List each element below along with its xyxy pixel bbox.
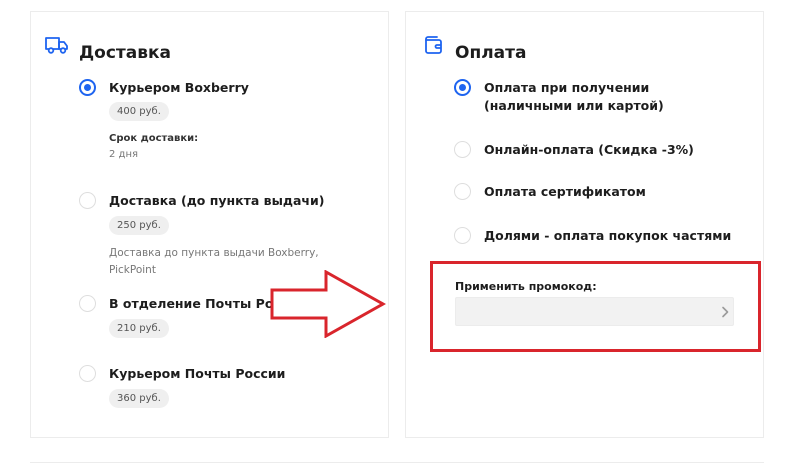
payment-option-online[interactable]: Онлайн-оплата (Скидка -3%): [454, 141, 754, 163]
divider: [30, 462, 764, 463]
option-label: Курьером Boxberry: [109, 80, 249, 95]
promo-code-input[interactable]: [455, 297, 734, 326]
promo-label: Применить промокод:: [455, 280, 597, 293]
delivery-option-pickup-point[interactable]: Доставка (до пункта выдачи) 250 руб. Дос…: [79, 192, 379, 282]
radio-button[interactable]: [79, 79, 96, 96]
truck-icon: [44, 35, 70, 59]
chevron-right-icon[interactable]: [718, 303, 732, 320]
option-label: Доставка (до пункта выдачи): [109, 193, 325, 208]
arrow-right-icon: [270, 269, 387, 342]
payment-option-on-delivery[interactable]: Оплата при получении (наличными или карт…: [454, 79, 754, 119]
delivery-card: Доставка Курьером Boxberry 400 руб. Срок…: [30, 11, 389, 438]
option-label: Долями - оплата покупок частями: [484, 228, 732, 243]
delivery-time-label: Срок доставки:: [109, 133, 199, 144]
payment-option-certificate[interactable]: Оплата сертификатом: [454, 183, 754, 205]
promo-highlight-frame: Применить промокод:: [430, 261, 761, 352]
price-badge: 210 руб.: [109, 319, 169, 338]
option-label: Курьером Почты России: [109, 366, 286, 381]
radio-button[interactable]: [454, 141, 471, 158]
radio-button[interactable]: [454, 183, 471, 200]
radio-button[interactable]: [79, 192, 96, 209]
option-label: Онлайн-оплата (Скидка -3%): [484, 142, 694, 157]
delivery-option-post-courier[interactable]: Курьером Почты России 360 руб.: [79, 365, 379, 415]
option-label: Оплата при получении (наличными или карт…: [484, 80, 664, 113]
wallet-icon: [423, 35, 445, 59]
radio-button[interactable]: [454, 227, 471, 244]
payment-option-installments[interactable]: Долями - оплата покупок частями: [454, 227, 754, 249]
payment-title: Оплата: [455, 43, 527, 63]
radio-button[interactable]: [79, 365, 96, 382]
radio-button[interactable]: [79, 295, 96, 312]
option-label: Оплата сертификатом: [484, 184, 646, 199]
price-badge: 250 руб.: [109, 216, 169, 235]
radio-button[interactable]: [454, 79, 471, 96]
price-badge: 400 руб.: [109, 102, 169, 121]
price-badge: 360 руб.: [109, 389, 169, 408]
payment-card: Оплата Оплата при получении (наличными и…: [405, 11, 764, 438]
delivery-title: Доставка: [79, 43, 171, 63]
delivery-option-boxberry-courier[interactable]: Курьером Boxberry 400 руб. Срок доставки…: [79, 79, 379, 169]
delivery-time-value: 2 дня: [109, 149, 139, 160]
